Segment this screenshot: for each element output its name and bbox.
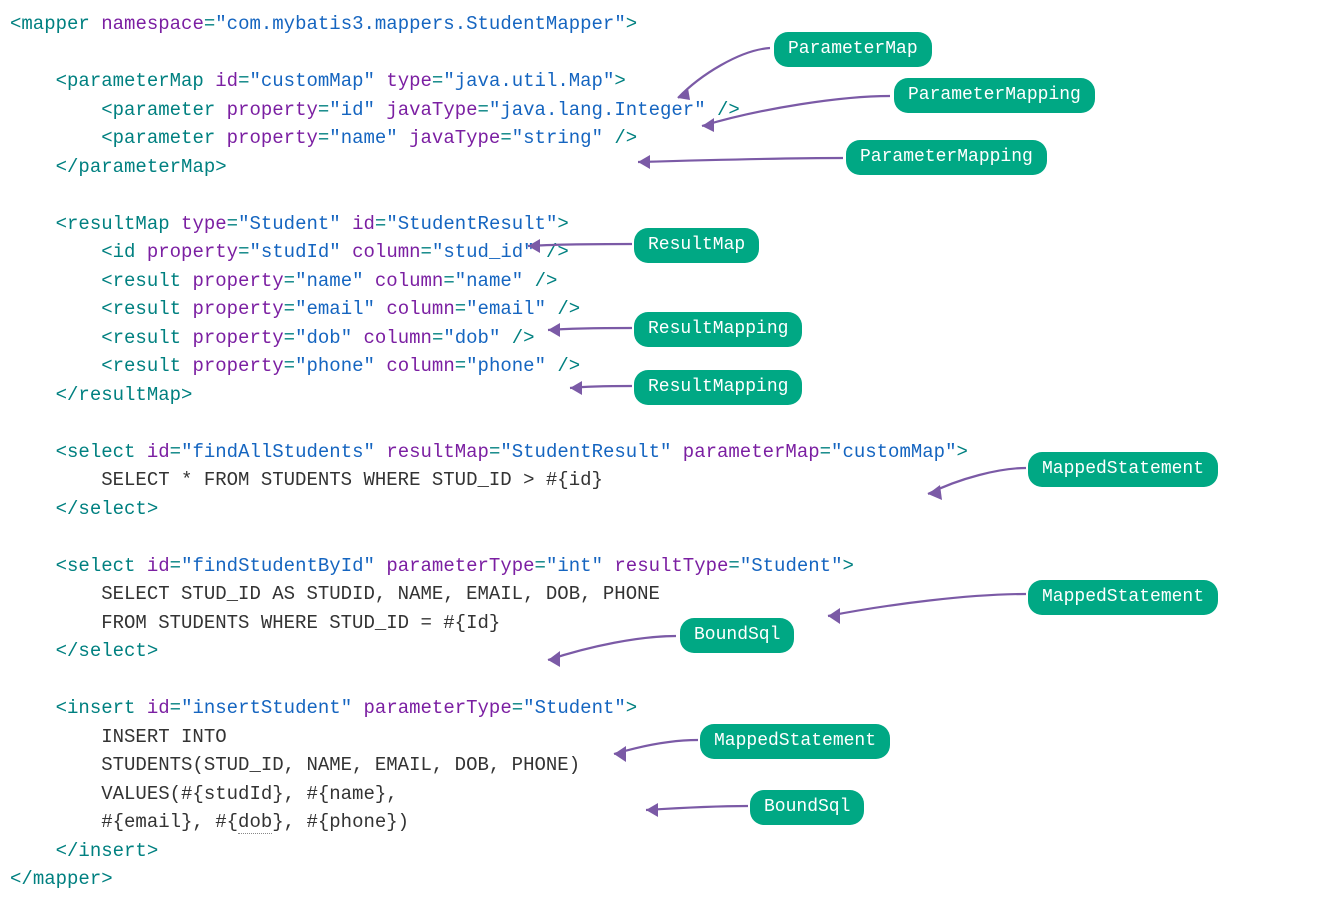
badge-resultmapping-1: ResultMapping (634, 312, 802, 347)
badge-mappedstatement-1: MappedStatement (1028, 452, 1218, 487)
badge-boundsql-2: BoundSql (750, 790, 864, 825)
badge-boundsql-1: BoundSql (680, 618, 794, 653)
badge-resultmapping-2: ResultMapping (634, 370, 802, 405)
badge-mappedstatement-3: MappedStatement (700, 724, 890, 759)
badge-parametermapping-1: ParameterMapping (894, 78, 1095, 113)
badge-mappedstatement-2: MappedStatement (1028, 580, 1218, 615)
badge-parametermap: ParameterMap (774, 32, 932, 67)
badge-resultmap: ResultMap (634, 228, 759, 263)
annotated-xml-canvas: <mapper namespace="com.mybatis3.mappers.… (10, 10, 1318, 894)
badge-parametermapping-2: ParameterMapping (846, 140, 1047, 175)
